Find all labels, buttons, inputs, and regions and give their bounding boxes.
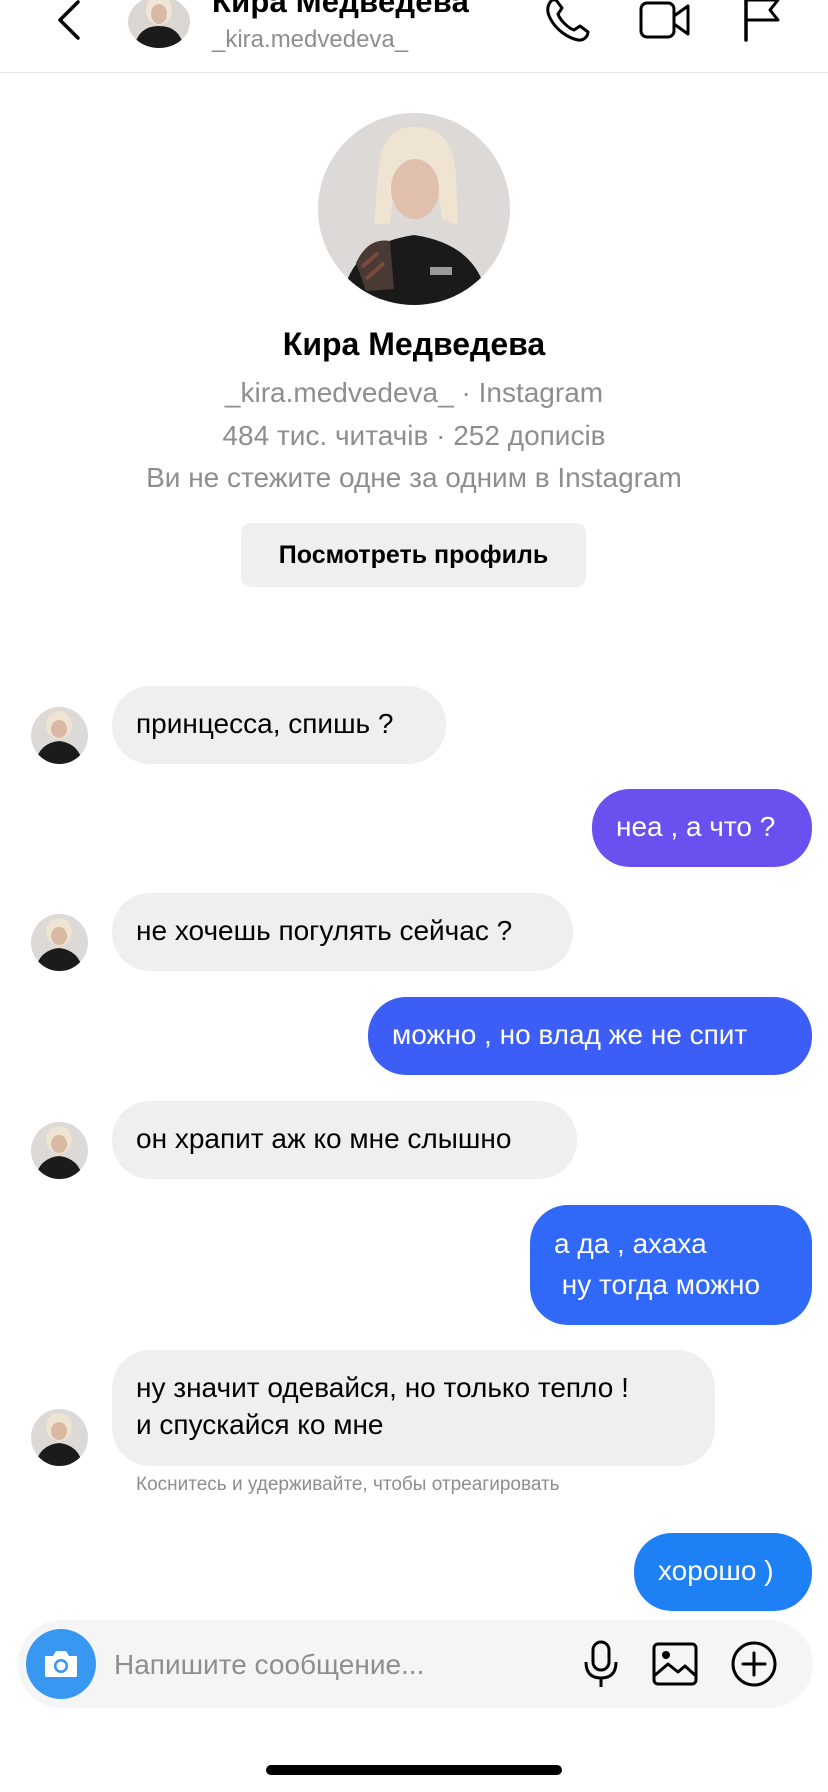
message-bubble-incoming[interactable]: он храпит аж ко мне слышно — [112, 1101, 577, 1179]
reaction-hint: Коснитесь и удерживайте, чтобы отреагиро… — [136, 1474, 560, 1495]
message-bubble-incoming[interactable]: принцесса, спишь ? — [112, 686, 446, 764]
message-bubble-outgoing[interactable]: а да , ахаха ну тогда можно — [530, 1205, 812, 1325]
camera-button[interactable] — [26, 1629, 96, 1699]
profile-follow-status: Ви не стежите одне за одним в Instagram — [146, 462, 682, 493]
view-profile-button[interactable]: Посмотреть профиль — [241, 523, 586, 587]
plus-circle-icon[interactable] — [730, 1640, 778, 1688]
flag-icon[interactable] — [742, 0, 782, 42]
camera-icon — [45, 1651, 77, 1677]
phone-icon[interactable] — [542, 0, 592, 42]
profile-stats: 484 тис. читачів · 252 дописів — [222, 420, 606, 451]
sender-avatar[interactable] — [31, 914, 88, 971]
microphone-icon[interactable] — [583, 1640, 619, 1690]
profile-name: Кира Медведева — [282, 326, 546, 362]
sender-avatar[interactable] — [31, 707, 88, 764]
message-bubble-outgoing[interactable]: можно , но влад же не спит — [368, 997, 812, 1075]
message-input[interactable] — [112, 1642, 496, 1688]
chevron-left-icon[interactable] — [54, 0, 84, 42]
message-bubble-incoming[interactable]: ну значит одевайся, но только тепло ! и … — [112, 1350, 715, 1466]
sender-avatar[interactable] — [31, 1122, 88, 1179]
message-bubble-outgoing[interactable]: неа , а что ? — [592, 789, 812, 867]
profile-username-platform: _kira.medvedeva_ · Instagram — [224, 377, 604, 408]
video-camera-icon[interactable] — [638, 0, 692, 40]
header-avatar[interactable] — [128, 0, 190, 48]
header-username[interactable]: _kira.medvedeva_ — [212, 26, 408, 54]
message-bubble-incoming[interactable]: не хочешь погулять сейчас ? — [112, 893, 573, 971]
chat-header: Кира Медведева _kira.medvedeva_ — [0, 0, 828, 73]
header-contact-name[interactable]: Кира Медведева — [212, 0, 469, 20]
sender-avatar[interactable] — [31, 1409, 88, 1466]
message-bubble-outgoing[interactable]: хорошо ) — [634, 1533, 812, 1611]
profile-avatar[interactable] — [318, 113, 510, 305]
gallery-icon[interactable] — [652, 1642, 698, 1686]
message-composer — [18, 1620, 813, 1708]
home-indicator — [266, 1765, 562, 1775]
